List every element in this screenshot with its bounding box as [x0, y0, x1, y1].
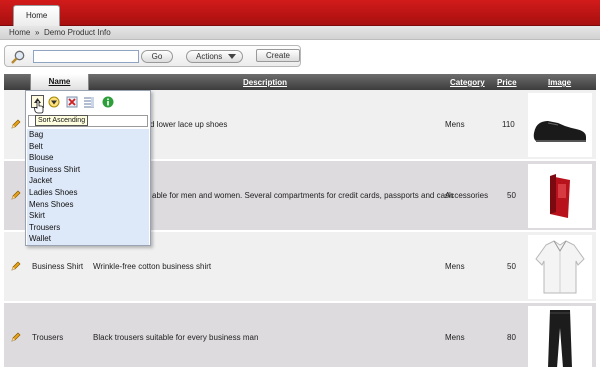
- list-item[interactable]: Jacket: [27, 175, 149, 187]
- edit-pencil-icon[interactable]: [11, 190, 21, 200]
- column-header-description[interactable]: Description: [243, 78, 287, 87]
- column-header-category[interactable]: Category: [450, 78, 485, 87]
- edit-pencil-icon[interactable]: [11, 332, 21, 342]
- table-row: Trousers Black trousers suitable for eve…: [4, 303, 596, 367]
- actions-label: Actions: [196, 52, 223, 61]
- cell-description: Wrinkle-free cotton business shirt: [93, 262, 212, 271]
- remove-filter-icon[interactable]: [66, 96, 78, 108]
- product-image-shirt: [528, 235, 592, 299]
- report-header: Name Description Category Price Image: [4, 74, 596, 90]
- hand-cursor-icon: [34, 100, 44, 114]
- sort-ascending-tooltip: Sort Ascending: [35, 115, 89, 126]
- list-item[interactable]: Wallet: [27, 233, 149, 245]
- column-header-price[interactable]: Price: [497, 78, 517, 87]
- cell-description: d lower lace up shoes: [150, 120, 228, 129]
- product-image-trousers: [528, 306, 592, 367]
- column-menu-toolbar: [28, 93, 148, 111]
- product-image-wallet: [528, 164, 592, 228]
- info-icon[interactable]: [102, 96, 114, 108]
- column-header-name[interactable]: Name: [30, 74, 89, 90]
- tab-home[interactable]: Home: [13, 5, 61, 26]
- chevron-down-icon: [228, 54, 236, 59]
- breadcrumb-home[interactable]: Home: [9, 28, 30, 37]
- breadcrumb-separator: »: [35, 28, 40, 37]
- cell-price: 50: [507, 262, 516, 271]
- cell-category: Accessories: [445, 191, 489, 200]
- control-break-icon[interactable]: [83, 96, 95, 108]
- list-item[interactable]: Business Shirt: [27, 164, 149, 176]
- column-header-image[interactable]: Image: [548, 78, 571, 87]
- cell-price: 80: [507, 333, 516, 342]
- create-button[interactable]: Create: [256, 49, 300, 62]
- top-nav-bar: Home: [0, 0, 600, 26]
- go-button[interactable]: Go: [141, 50, 173, 63]
- search-input[interactable]: [33, 50, 139, 63]
- edit-pencil-icon[interactable]: [11, 261, 21, 271]
- list-item[interactable]: Ladies Shoes: [27, 187, 149, 199]
- app-root: Home Home » Demo Product Info Go Actions…: [0, 0, 600, 367]
- product-image-shoe: [528, 93, 592, 157]
- cell-category: Mens: [445, 333, 465, 342]
- list-item[interactable]: Skirt: [27, 210, 149, 222]
- list-item[interactable]: Belt: [27, 141, 149, 153]
- breadcrumb: Home » Demo Product Info: [0, 26, 600, 40]
- list-item[interactable]: Blouse: [27, 152, 149, 164]
- edit-pencil-icon[interactable]: [11, 119, 21, 129]
- cell-category: Mens: [445, 120, 465, 129]
- cell-price: 50: [507, 191, 516, 200]
- list-item[interactable]: Trousers: [27, 222, 149, 234]
- cell-name: Business Shirt: [32, 262, 84, 271]
- breadcrumb-current: Demo Product Info: [44, 28, 111, 37]
- list-item[interactable]: Mens Shoes: [27, 199, 149, 211]
- actions-button[interactable]: Actions: [186, 50, 243, 63]
- cell-category: Mens: [445, 262, 465, 271]
- cell-description: Black trousers suitable for every busine…: [93, 333, 259, 342]
- cell-description: able for men and women. Several compartm…: [152, 191, 454, 200]
- list-item[interactable]: Bag: [27, 129, 149, 141]
- cell-name: Trousers: [32, 333, 64, 342]
- cell-price: 110: [502, 120, 515, 129]
- column-values-list: Bag Belt Blouse Business Shirt Jacket La…: [27, 129, 149, 245]
- search-icon: [11, 50, 25, 64]
- sort-descending-icon[interactable]: [48, 96, 60, 108]
